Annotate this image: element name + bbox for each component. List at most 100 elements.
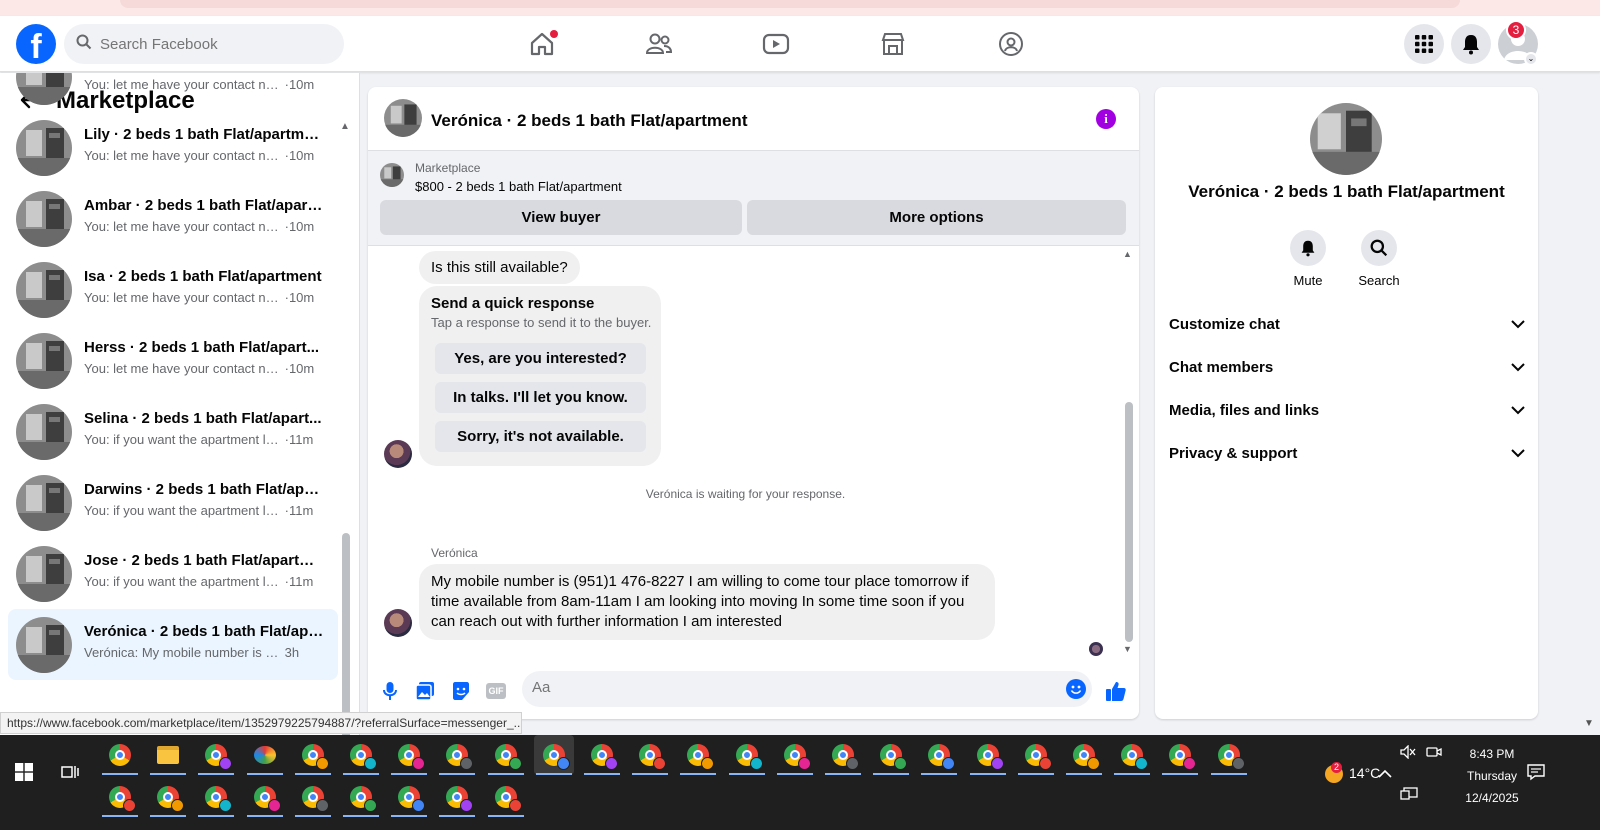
quick-reply-yes[interactable]: Yes, are you interested? <box>435 343 646 374</box>
conversation-item[interactable]: Isa · 2 beds 1 bath Flat/apartment You: l… <box>8 254 338 325</box>
more-options-button[interactable]: More options <box>747 200 1126 235</box>
running-indicator <box>1066 773 1102 775</box>
chrome-window-button[interactable] <box>486 735 526 775</box>
chrome-window-button[interactable] <box>919 735 959 775</box>
scroll-down-arrow[interactable]: ▼ <box>1123 644 1132 654</box>
start-button[interactable] <box>4 752 44 792</box>
chrome-window-button[interactable] <box>630 735 670 775</box>
file-explorer-button[interactable] <box>148 735 188 775</box>
chrome-window-button[interactable] <box>100 777 140 817</box>
quick-reply-in-talks[interactable]: In talks. I'll let you know. <box>435 382 646 413</box>
scroll-up-arrow[interactable]: ▲ <box>1123 249 1132 259</box>
chrome-window-button[interactable] <box>968 735 1008 775</box>
system-clock[interactable]: 8:43 PM Thursday 12/4/2025 <box>1452 743 1532 809</box>
emoji-icon[interactable] <box>1066 679 1086 699</box>
chrome-window-button[interactable] <box>1064 735 1104 775</box>
chrome-window-button[interactable] <box>148 777 188 817</box>
weather-widget[interactable]: 2 14°C <box>1325 762 1380 784</box>
task-view-button[interactable] <box>50 752 90 792</box>
conversation-item[interactable]: Frank · 2 beds 1 bath Flat/apartmentYou:… <box>8 73 338 112</box>
sticker-icon[interactable] <box>449 679 473 703</box>
search-box[interactable] <box>64 24 344 64</box>
profile-badge-icon <box>460 757 474 770</box>
marketplace-nav-button[interactable] <box>873 24 913 64</box>
message-input[interactable] <box>532 679 1052 696</box>
buyer-avatar[interactable] <box>384 609 412 637</box>
chrome-window-button[interactable] <box>341 735 381 775</box>
chrome-window-button[interactable] <box>437 735 477 775</box>
conversation-item[interactable]: Selina · 2 beds 1 bath Flat/apart... You:… <box>8 396 338 467</box>
friends-nav-button[interactable] <box>639 24 679 64</box>
chrome-window-button[interactable] <box>341 777 381 817</box>
conversation-item[interactable]: Ambar · 2 beds 1 bath Flat/apart... You: … <box>8 183 338 254</box>
mute-button[interactable]: Mute <box>1273 230 1343 288</box>
groups-nav-button[interactable] <box>991 24 1031 64</box>
facebook-logo[interactable]: f <box>16 24 56 66</box>
chrome-window-button[interactable] <box>727 735 767 775</box>
chrome-icon <box>976 744 1004 770</box>
chrome-window-button[interactable] <box>245 777 285 817</box>
video-nav-button[interactable] <box>756 24 796 64</box>
scroll-up-arrow[interactable]: ▲ <box>340 121 350 132</box>
conversation-item[interactable]: Lily · 2 beds 1 bath Flat/apartment You: … <box>8 112 338 183</box>
network-icon[interactable] <box>1400 787 1418 804</box>
speaker-muted-icon[interactable] <box>1400 744 1416 762</box>
section-media-files-links[interactable]: Media, files and links <box>1169 389 1525 432</box>
listing-price[interactable]: $800 - 2 beds 1 bath Flat/apartment <box>415 179 622 194</box>
chrome-window-button[interactable] <box>582 735 622 775</box>
action-center-icon[interactable] <box>1526 763 1546 784</box>
chrome-window-button[interactable] <box>196 777 236 817</box>
chrome-window-button[interactable] <box>100 735 140 775</box>
chrome-window-button[interactable] <box>1112 735 1152 775</box>
home-nav-button[interactable] <box>522 24 562 64</box>
chrome-window-button[interactable] <box>1016 735 1056 775</box>
running-indicator <box>969 773 1006 775</box>
chrome-window-button[interactable] <box>1160 735 1200 775</box>
chrome-window-button[interactable] <box>533 735 574 775</box>
chrome-window-button[interactable] <box>775 735 815 775</box>
conversation-item[interactable]: Verónica · 2 beds 1 bath Flat/apa... Veró… <box>8 609 338 680</box>
chrome-window-button[interactable] <box>678 735 718 775</box>
search-input[interactable] <box>100 35 320 53</box>
view-buyer-button[interactable]: View buyer <box>380 200 742 235</box>
meet-now-icon[interactable] <box>1426 745 1442 762</box>
chrome-window-button[interactable] <box>293 777 333 817</box>
menu-button[interactable] <box>1404 24 1444 64</box>
notifications-button[interactable] <box>1451 24 1491 64</box>
chrome-window-button[interactable] <box>196 735 236 775</box>
chrome-window-button[interactable] <box>1209 735 1249 775</box>
section-privacy-support[interactable]: Privacy & support <box>1169 432 1525 475</box>
section-chat-members[interactable]: Chat members <box>1169 346 1525 389</box>
chrome-window-button[interactable] <box>389 777 429 817</box>
chat-title[interactable]: Verónica · 2 beds 1 bath Flat/apartment <box>431 111 747 131</box>
gif-icon[interactable]: GIF <box>484 679 508 703</box>
info-icon[interactable]: i <box>1096 109 1116 129</box>
account-chevron-icon[interactable]: ⌄ <box>1524 52 1538 66</box>
chrome-window-button[interactable] <box>389 735 429 775</box>
conversation-item[interactable]: Herss · 2 beds 1 bath Flat/apart... You: … <box>8 325 338 396</box>
conversation-list-scrollbar[interactable] <box>342 533 350 735</box>
search-conversation-button[interactable]: Search <box>1344 230 1414 288</box>
photo-icon[interactable] <box>413 679 437 703</box>
paint-app-button[interactable] <box>245 735 285 775</box>
buyer-avatar[interactable] <box>384 440 412 468</box>
chrome-window-button[interactable] <box>871 735 911 775</box>
message-input-box[interactable] <box>522 671 1092 707</box>
thread-scrollbar[interactable] <box>1125 402 1133 642</box>
page-scroll-down-arrow[interactable]: ▼ <box>1584 718 1594 729</box>
section-customize-chat[interactable]: Customize chat <box>1169 303 1525 346</box>
preview-text: You: let me have your contact nu... <box>84 77 281 92</box>
chrome-window-button[interactable] <box>823 735 863 775</box>
chrome-window-button[interactable] <box>486 777 526 817</box>
quick-reply-not-available[interactable]: Sorry, it's not available. <box>435 421 646 452</box>
listing-thumbnail[interactable] <box>384 99 422 137</box>
conversation-item[interactable]: Darwins · 2 beds 1 bath Flat/apa... You: … <box>8 467 338 538</box>
moon-weather-icon: 2 <box>1325 762 1343 784</box>
chevron-up-icon[interactable] <box>1378 765 1392 781</box>
chrome-window-button[interactable] <box>293 735 333 775</box>
like-thumb-icon[interactable] <box>1104 679 1128 703</box>
microphone-icon[interactable] <box>378 679 402 703</box>
listing-photo[interactable] <box>1310 103 1382 175</box>
conversation-item[interactable]: Jose · 2 beds 1 bath Flat/apartm... You: … <box>8 538 338 609</box>
chrome-window-button[interactable] <box>437 777 477 817</box>
